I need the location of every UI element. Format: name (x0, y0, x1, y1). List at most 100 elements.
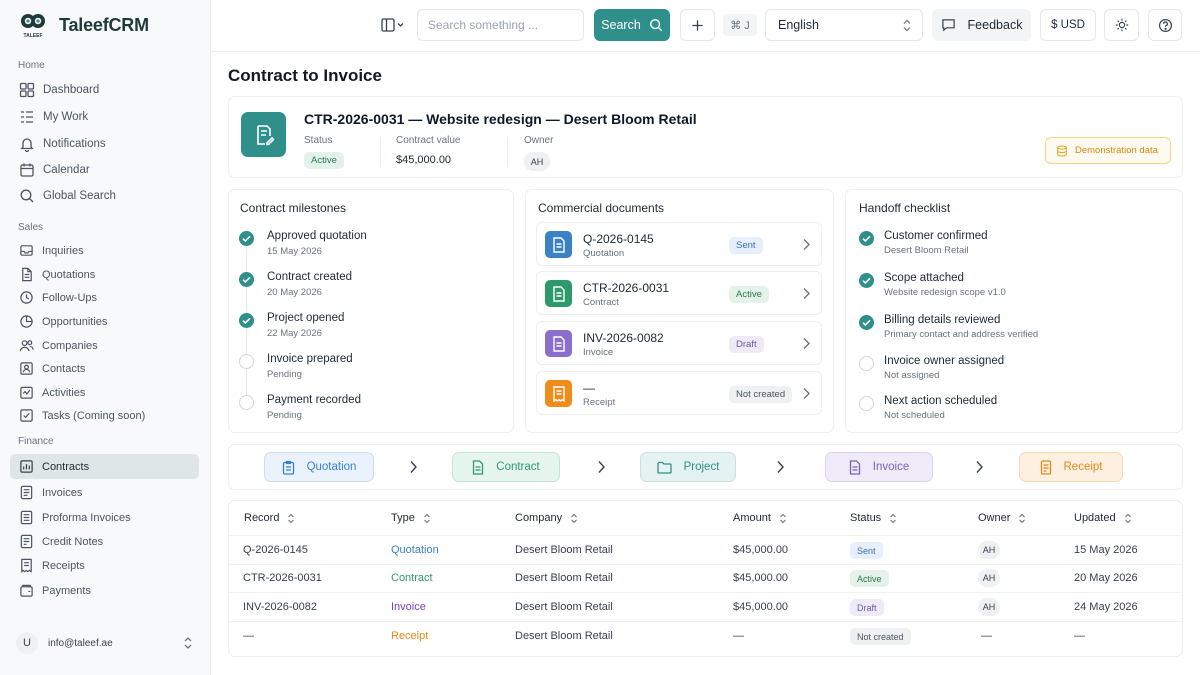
sidebar-item-quotations[interactable]: Quotations (10, 262, 199, 287)
column-header-type[interactable]: Type (391, 512, 431, 524)
sidebar-item-opportunities[interactable]: Opportunities (10, 309, 199, 334)
flow-step-receipt[interactable]: Receipt (1019, 452, 1123, 482)
document-icon (545, 330, 572, 357)
owner-avatar: AH (524, 152, 550, 171)
cell-status-badge: Not created (850, 628, 911, 645)
receipt-icon (18, 558, 34, 574)
sidebar-toggle-button[interactable] (378, 9, 408, 41)
cell-company: Desert Bloom Retail (515, 544, 613, 556)
column-header-amount[interactable]: Amount (733, 512, 787, 524)
language-select[interactable]: English (765, 9, 923, 41)
sidebar-item-label: Inquiries (42, 244, 84, 257)
column-header-record[interactable]: Record (244, 512, 295, 524)
folder-icon (656, 461, 672, 474)
sidebar-item-notifications[interactable]: Notifications (10, 131, 199, 156)
flow-step-label: Contract (496, 461, 540, 473)
invoice-icon (849, 459, 861, 475)
document-id: INV-2026-0082 (583, 331, 664, 345)
clipboard-icon (282, 460, 295, 475)
check-circle-icon (859, 315, 874, 330)
document-type: Quotation (583, 248, 625, 259)
empty-circle-icon (859, 396, 874, 411)
app-logo[interactable]: TALEEF TaleefCRM (18, 10, 149, 40)
cell-updated: 24 May 2026 (1074, 601, 1138, 613)
document-row-receipt[interactable]: — Receipt Not created (536, 371, 822, 415)
checklist-title: Handoff checklist (859, 201, 951, 215)
search-input[interactable] (417, 9, 584, 41)
flow-step-contract[interactable]: Contract (452, 452, 560, 482)
cell-type: Quotation (391, 544, 439, 556)
milestone-title: Contract created (267, 271, 353, 283)
document-row-invoice[interactable]: INV-2026-0082 Invoice Draft (536, 321, 822, 365)
cell-updated: 20 May 2026 (1074, 572, 1138, 584)
milestone-title: Invoice prepared (267, 353, 353, 365)
sidebar-item-follow-ups[interactable]: Follow-Ups (10, 285, 199, 310)
sidebar-item-payments[interactable]: Payments (10, 578, 199, 603)
column-header-owner[interactable]: Owner (978, 512, 1026, 524)
flow-step-quotation[interactable]: Quotation (264, 452, 374, 482)
cell-type: Invoice (391, 601, 426, 613)
chevron-right-icon (776, 460, 785, 474)
sidebar-item-tasks[interactable]: Tasks (Coming soon) (10, 403, 199, 428)
column-header-company[interactable]: Company (515, 512, 578, 524)
empty-circle-icon (859, 356, 874, 371)
sidebar-item-contacts[interactable]: Contacts (10, 356, 199, 381)
flow-step-project[interactable]: Project (640, 452, 736, 482)
flow-step-label: Quotation (306, 461, 357, 473)
flow-step-invoice[interactable]: Invoice (825, 452, 933, 482)
chevron-right-icon (802, 238, 810, 251)
document-row-contract[interactable]: CTR-2026-0031 Contract Active (536, 271, 822, 315)
sidebar-item-activities[interactable]: Activities (10, 380, 199, 405)
sidebar-item-invoices[interactable]: Invoices (10, 480, 199, 505)
sidebar-item-dashboard[interactable]: Dashboard (10, 77, 199, 102)
app-name: TaleefCRM (59, 14, 149, 35)
sidebar-item-credit-notes[interactable]: Credit Notes (10, 529, 199, 554)
sidebar-item-proforma-invoices[interactable]: Proforma Invoices (10, 505, 199, 530)
section-label-sales: Sales (18, 222, 44, 233)
sidebar-item-label: Follow-Ups (42, 291, 98, 304)
section-label-home: Home (18, 60, 45, 71)
search-button[interactable]: Search (594, 9, 670, 41)
sort-icon (287, 513, 295, 524)
cell-updated: 15 May 2026 (1074, 544, 1138, 556)
message-icon (941, 19, 955, 32)
document-icon (545, 280, 572, 307)
row-divider (229, 621, 1182, 622)
chart-icon (18, 459, 34, 475)
cell-record: — (243, 630, 254, 642)
sidebar-item-receipts[interactable]: Receipts (10, 553, 199, 578)
help-button[interactable] (1148, 9, 1182, 41)
milestone-title: Approved quotation (267, 230, 367, 242)
sidebar-item-contracts[interactable]: Contracts (10, 454, 199, 479)
column-header-label: Status (850, 512, 882, 524)
sort-icon (423, 513, 431, 524)
cell-company: Desert Bloom Retail (515, 572, 613, 584)
shortcut-badge: ⌘ J (723, 14, 757, 36)
sidebar-item-companies[interactable]: Companies (10, 333, 199, 358)
column-header-label: Amount (733, 512, 771, 524)
section-label-finance: Finance (18, 436, 54, 447)
document-row-quotation[interactable]: Q-2026-0145 Quotation Sent (536, 222, 822, 266)
sidebar-item-global-search[interactable]: Global Search (10, 183, 199, 208)
feedback-button[interactable]: Feedback (932, 9, 1031, 41)
currency-button[interactable]: $ USD (1040, 9, 1096, 41)
checklist-subtitle: Not assigned (884, 370, 940, 381)
row-divider (229, 535, 1182, 536)
document-id: — (583, 381, 595, 395)
add-button[interactable] (680, 9, 715, 41)
sidebar-item-inquiries[interactable]: Inquiries (10, 238, 199, 263)
column-header-status[interactable]: Status (850, 512, 897, 524)
sidebar-item-label: Credit Notes (42, 535, 104, 548)
column-header-label: Updated (1074, 512, 1116, 524)
column-header-updated[interactable]: Updated (1074, 512, 1132, 524)
bell-icon (18, 135, 35, 152)
sidebar-item-calendar[interactable]: Calendar (10, 157, 199, 182)
theme-toggle-button[interactable] (1104, 9, 1139, 41)
sidebar-item-my-work[interactable]: My Work (10, 104, 199, 129)
language-value: English (778, 18, 819, 32)
user-menu[interactable]: U info@taleef.ae (16, 632, 194, 654)
pie-chart-icon (18, 314, 34, 330)
page-title: Contract to Invoice (228, 66, 382, 85)
timeline-connector (246, 287, 247, 314)
sort-icon (1124, 513, 1132, 524)
